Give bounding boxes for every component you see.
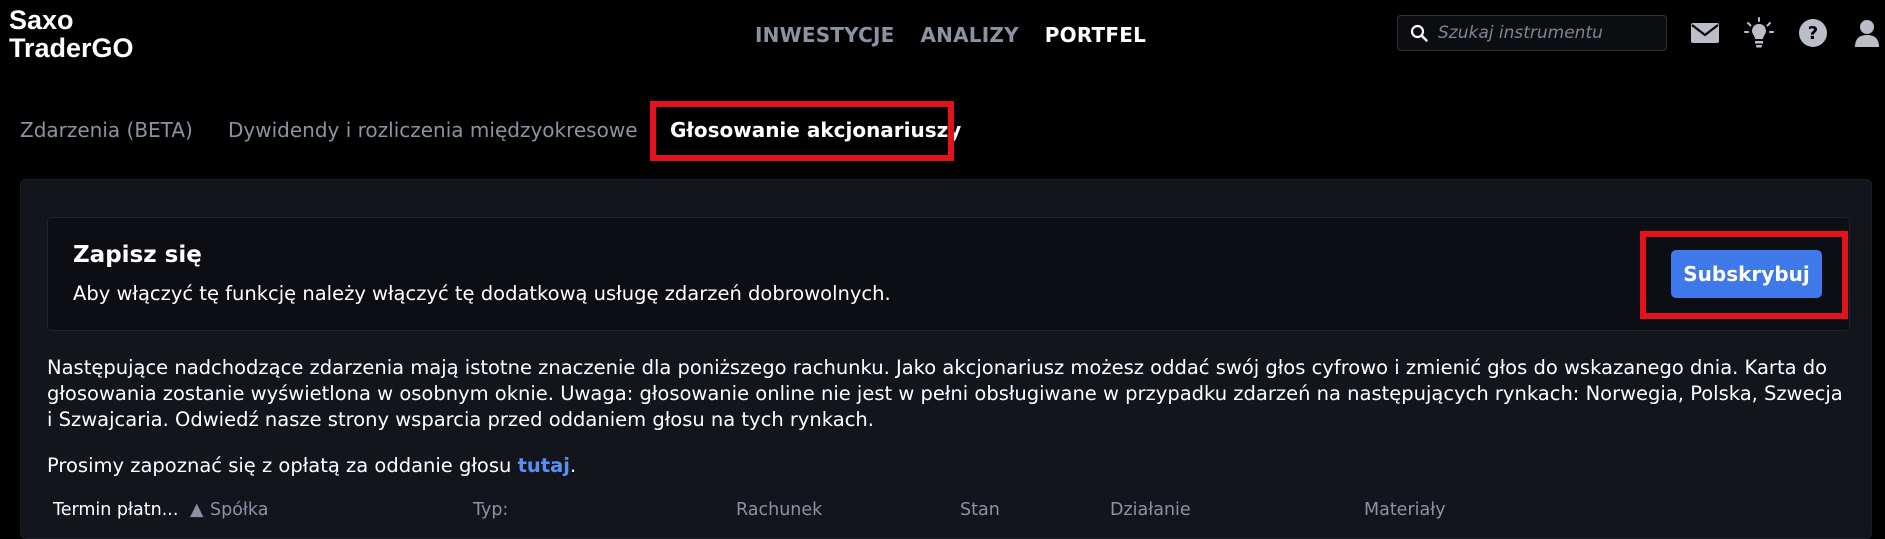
tab-dividends[interactable]: Dywidendy i rozliczenia międzyokresowe: [228, 118, 638, 142]
subscribe-button[interactable]: Subskrybuj: [1671, 250, 1822, 298]
column-company[interactable]: Spółka: [210, 500, 268, 520]
voting-info-text: Następujące nadchodzące zdarzenia mają i…: [47, 356, 1843, 431]
main-navigation: INWESTYCJE ANALIZY PORTFEL: [755, 20, 1146, 50]
nav-analyses[interactable]: ANALIZY: [921, 23, 1019, 47]
search-box: [1397, 15, 1667, 51]
svg-text:?: ?: [1808, 23, 1818, 44]
content-panel: Zapisz się Aby włączyć tę funkcję należy…: [20, 179, 1872, 539]
tab-events[interactable]: Zdarzenia (BETA): [20, 118, 193, 142]
search-input[interactable]: [1438, 23, 1658, 43]
logo-line-2: TraderGO: [9, 33, 134, 63]
column-materials[interactable]: Materiały: [1364, 500, 1446, 520]
column-type[interactable]: Typ:: [473, 500, 508, 520]
column-payment-date-label: Termin płatn...: [53, 500, 179, 520]
help-icon[interactable]: ?: [1796, 15, 1830, 51]
column-account[interactable]: Rachunek: [736, 500, 822, 520]
column-status[interactable]: Stan: [960, 500, 1000, 520]
lightbulb-icon[interactable]: [1742, 15, 1776, 51]
header-icons: ?: [1688, 15, 1884, 51]
signup-title: Zapisz się: [73, 242, 202, 268]
app-logo[interactable]: Saxo TraderGO: [9, 6, 134, 62]
user-icon[interactable]: [1850, 15, 1884, 51]
sort-ascending-icon: ▲: [189, 500, 204, 520]
fee-notice: Prosimy zapoznać się z opłatą za oddanie…: [47, 454, 576, 477]
nav-investments[interactable]: INWESTYCJE: [755, 23, 895, 47]
column-action[interactable]: Działanie: [1110, 500, 1191, 520]
logo-line-1: Saxo: [9, 5, 74, 35]
mail-icon[interactable]: [1688, 15, 1722, 51]
signup-description: Aby włączyć tę funkcję należy włączyć tę…: [73, 282, 891, 305]
tab-shareholder-voting[interactable]: Głosowanie akcjonariuszy: [670, 118, 961, 142]
fee-notice-suffix: .: [569, 454, 577, 477]
search-icon: [1410, 24, 1428, 42]
nav-portfolio[interactable]: PORTFEL: [1045, 23, 1146, 47]
fee-link[interactable]: tutaj: [518, 454, 570, 477]
fee-notice-text: Prosimy zapoznać się z opłatą za oddanie…: [47, 454, 518, 477]
table-header: Termin płatn... ▲ Spółka Typ: Rachunek S…: [21, 500, 1873, 530]
subtabs-bar: Zdarzenia (BETA) Dywidendy i rozliczenia…: [0, 100, 1885, 162]
column-payment-date[interactable]: Termin płatn... ▲: [53, 500, 203, 520]
signup-card: Zapisz się Aby włączyć tę funkcję należy…: [47, 217, 1850, 331]
top-bar: Saxo TraderGO INWESTYCJE ANALIZY PORTFEL: [0, 0, 1885, 80]
